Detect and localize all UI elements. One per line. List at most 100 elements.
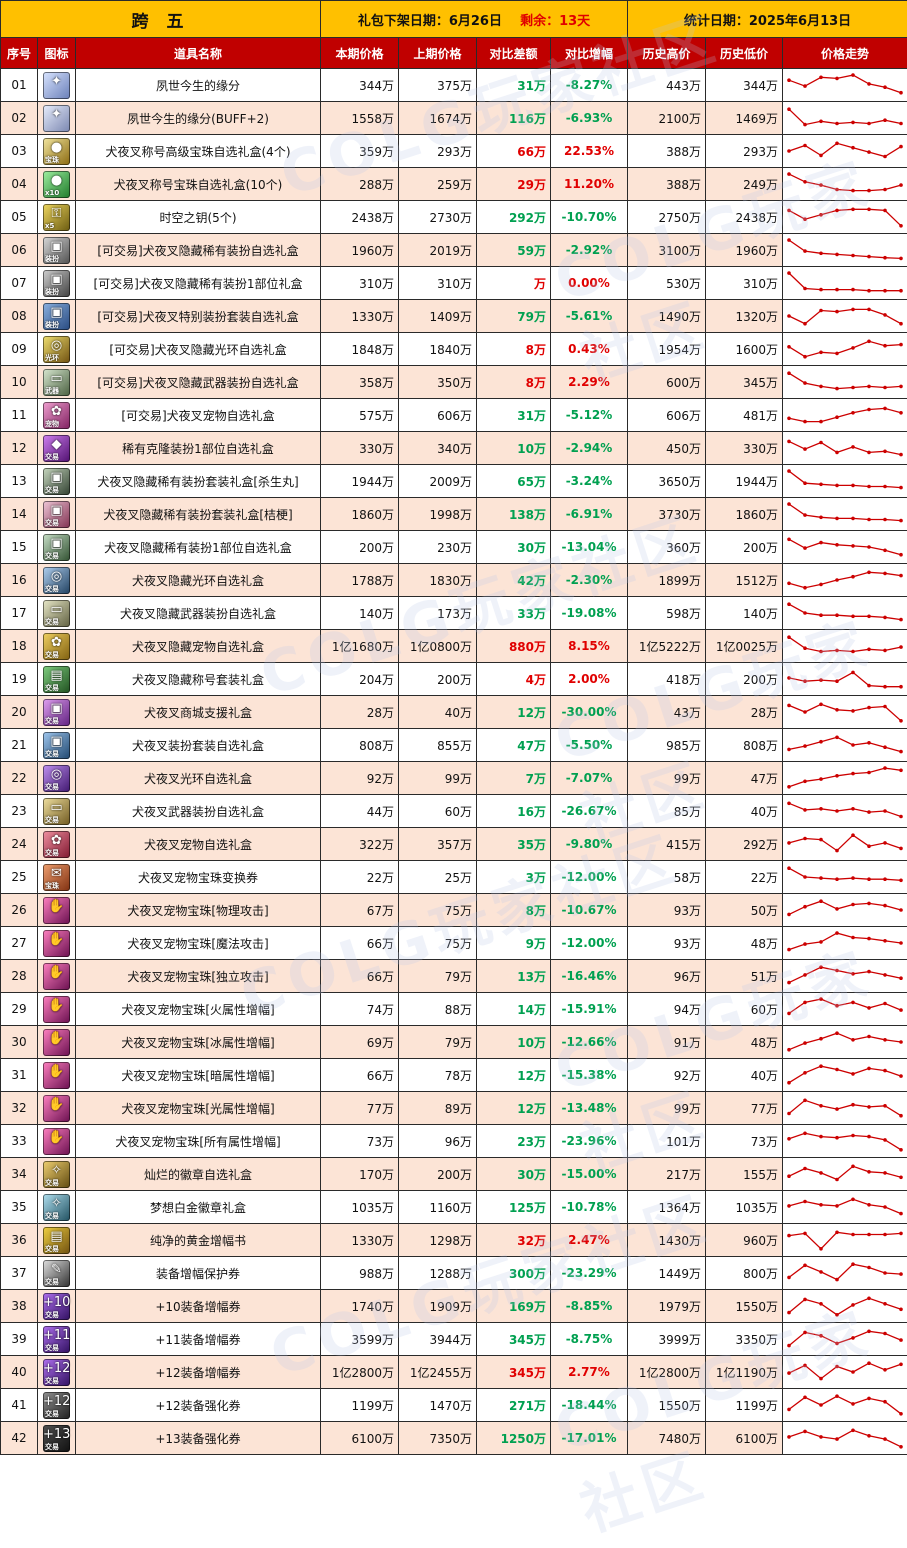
trend-cell [783,1257,907,1290]
trend-point [867,571,871,575]
history-low: 293万 [706,135,783,168]
trend-point [835,142,839,146]
trend-point [835,1004,839,1008]
history-low: 48万 [706,1026,783,1059]
previous-price: 1160万 [399,1191,477,1224]
item-name: 稀有克隆装扮1部位自选礼盒 [76,432,321,465]
trend-point [851,903,855,907]
trend-point [899,1445,903,1449]
trend-sparkline [783,1224,907,1256]
history-high: 1954万 [628,333,706,366]
trend-point [835,1394,839,1398]
row-index: 38 [1,1290,38,1323]
table-row: 15▣交易犬夜叉隐藏稀有装扮1部位自选礼盒200万230万30万-13.04%3… [1,531,907,564]
trend-point [883,904,887,908]
icon-tag: 交易 [45,783,59,791]
trend-point [867,189,871,193]
change-percent: 11.20% [551,168,628,201]
row-icon-cell: +10交易 [38,1290,76,1323]
history-high: 1979万 [628,1290,706,1323]
current-price: 44万 [321,795,399,828]
row-index: 26 [1,894,38,927]
previous-price: 1298万 [399,1224,477,1257]
trend-point [867,648,871,652]
trend-point [787,1371,791,1375]
trend-point [835,1437,839,1441]
trend-point [883,877,887,881]
item-name: +12装备强化券 [76,1389,321,1422]
icon-tag: 交易 [45,651,59,659]
history-low: 310万 [706,267,783,300]
current-price: 170万 [321,1158,399,1191]
icon-tag: 交易 [45,1212,59,1220]
history-high: 101万 [628,1125,706,1158]
trend-point [803,1364,807,1368]
trend-point [883,745,887,749]
trend-point [787,172,791,176]
history-low: 3350万 [706,1323,783,1356]
trend-sparkline [783,927,907,959]
pet-orb-dark-icon: ✋ [43,1062,70,1089]
trend-point [803,144,807,148]
trend-sparkline [783,960,907,992]
price-difference: 138万 [477,498,551,531]
price-difference: 16万 [477,795,551,828]
row-index: 20 [1,696,38,729]
trend-point [819,351,823,355]
trend-point [883,344,887,348]
icon-tag: 交易 [45,486,59,494]
current-price: 1848万 [321,333,399,366]
history-low: 292万 [706,828,783,861]
current-price: 1035万 [321,1191,399,1224]
trend-point [803,1298,807,1302]
row-index: 19 [1,663,38,696]
trend-point [867,877,871,881]
row-icon-cell: ◎交易 [38,762,76,795]
previous-price: 230万 [399,531,477,564]
pet-orb-independent-icon: ✋ [43,963,70,990]
stat-date: 2025年6月13日 [749,14,851,29]
trend-point [787,1137,791,1141]
trend-sparkline [783,168,907,200]
row-icon-cell: ✋ [38,1125,76,1158]
change-percent: 0.43% [551,333,628,366]
trend-point [867,810,871,814]
trend-point [851,411,855,415]
trend-sparkline [783,1389,907,1421]
trend-point [835,352,839,356]
item-name: +12装备增幅券 [76,1356,321,1389]
row-index: 28 [1,960,38,993]
trend-point [883,1104,887,1108]
row-icon-cell: ✋ [38,993,76,1026]
history-low: 1199万 [706,1389,783,1422]
trend-cell [783,432,907,465]
plus12-reinforce-ticket-icon: +12交易 [43,1392,70,1419]
icon-tag: x10 [45,189,59,197]
trend-sparkline [783,762,907,794]
item-name: 灿烂的徽章自选礼盒 [76,1158,321,1191]
trend-point [787,1276,791,1280]
pet-orb-light-icon: ✋ [43,1095,70,1122]
trend-sparkline [783,630,907,662]
icon-tag: 交易 [45,717,59,725]
pet-orb-physical-icon: ✋ [43,897,70,924]
col-header-icon: 图标 [38,38,76,69]
trend-point [867,385,871,389]
change-percent: -13.04% [551,531,628,564]
trend-cell [783,531,907,564]
trend-point [851,346,855,350]
gold-amplify-book-icon: ▤交易 [43,1227,70,1254]
history-high: 85万 [628,795,706,828]
trend-sparkline [783,102,907,134]
table-body: 01✦夙世今生的缘分344万375万31万-8.27%443万344万02✦夙世… [1,69,907,1455]
trend-point [883,973,887,977]
trend-point [867,1266,871,1270]
trend-point [819,183,823,187]
trend-point [819,541,823,545]
icon-glyph: ✿ [43,834,70,848]
icon-glyph: ▣ [43,735,70,749]
previous-price: 40万 [399,696,477,729]
trend-point [867,684,871,688]
row-icon-cell: ◆交易 [38,432,76,465]
trend-point [835,809,839,813]
